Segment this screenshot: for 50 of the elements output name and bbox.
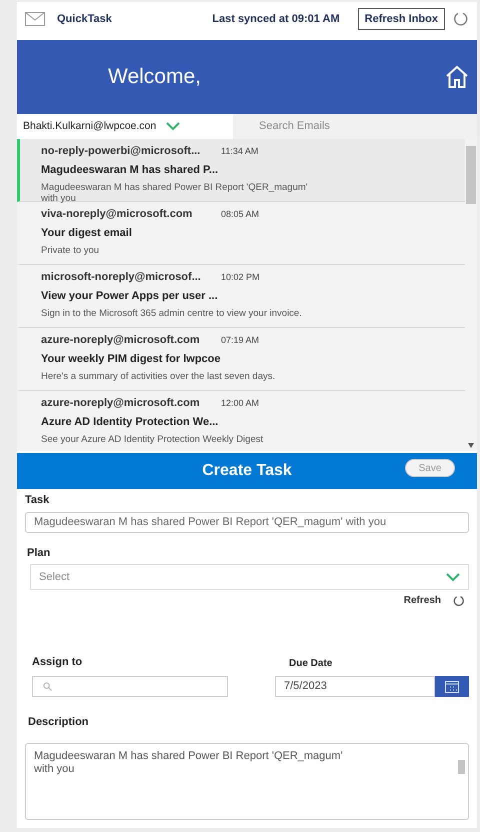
task-input[interactable]: Magudeeswaran M has shared Power BI Report 'QER_magum' with you (25, 512, 469, 532)
search-field[interactable]: Search Emails (233, 114, 477, 139)
email-preview: Sign in to the Microsoft 365 admin centre to view your invoice. (41, 308, 303, 318)
email-sender: microsoft-noreply@microsof... (41, 270, 202, 286)
email-sender: no-reply-powerbi@microsoft... (41, 144, 202, 160)
email-subject: Magudeeswaran M has shared P... (41, 163, 218, 178)
chevron-down-icon (446, 572, 460, 582)
envelope-icon (25, 12, 45, 26)
email-preview: Here's a summary of activities over the last seven days. (41, 370, 276, 382)
due-date-label: Due Date (289, 657, 334, 671)
email-time: 07:19 AM (221, 334, 260, 347)
email-time: 08:05 AM (221, 208, 260, 221)
calendar-button[interactable] (435, 676, 469, 697)
description-label: Description (28, 715, 90, 730)
plan-refresh-link[interactable]: Refresh (404, 593, 441, 608)
email-sender: azure-noreply@microsoft.com (41, 396, 201, 412)
app-name: QuickTask (57, 12, 112, 27)
create-task-title: Create Task (202, 461, 292, 481)
email-subject: Azure AD Identity Protection We... (41, 415, 218, 430)
refresh-inbox-button[interactable]: Refresh Inbox (358, 8, 445, 30)
search-icon (43, 682, 52, 690)
email-preview: Magudeeswaran M has shared Power BI Report 'QER_magum' with you (41, 182, 309, 204)
email-subject: View your Power Apps per user ... (41, 289, 218, 304)
due-date-field[interactable]: 7/5/2023 (275, 676, 435, 697)
email-subject: Your weekly PIM digest for lwpcoe (41, 352, 221, 367)
email-item[interactable]: no-reply-powerbi@microsoft... 11:34 AM Magudeeswaran M has shared P... Magudeeswaran M has shared Power BI Report 'QER_magum' with you (17, 139, 465, 202)
chevron-down-icon (166, 122, 180, 131)
email-subject: Your digest email (41, 226, 132, 241)
task-label: Task (25, 493, 50, 508)
email-preview: Private to you (41, 244, 100, 256)
scrollbar-thumb[interactable] (466, 146, 476, 204)
email-time: 12:00 AM (221, 396, 260, 410)
scroll-down-icon[interactable] (468, 443, 474, 448)
scrollbar-thumb[interactable] (458, 760, 465, 774)
assign-to-field[interactable] (32, 676, 228, 696)
refresh-icon[interactable] (453, 594, 465, 606)
description-field[interactable]: Magudeeswaran M has shared Power BI Report 'QER_magum' with you (25, 742, 469, 820)
home-icon[interactable] (445, 65, 469, 89)
email-sender: azure-noreply@microsoft.com (41, 333, 201, 348)
assign-to-label: Assign to (32, 655, 84, 670)
plan-label: Plan (27, 546, 52, 560)
calendar-icon (445, 680, 459, 692)
email-time: 11:34 AM (221, 144, 258, 158)
sync-status: Last synced at 09:01 AM (212, 12, 340, 27)
email-preview: See your Azure AD Identity Protection Weekly Digest (41, 434, 264, 444)
plan-dropdown[interactable]: Select (30, 564, 469, 590)
email-time: 10:02 PM (221, 270, 260, 284)
email-sender: viva-noreply@microsoft.com (41, 207, 194, 222)
refresh-icon[interactable] (453, 11, 469, 27)
welcome-heading: Welcome, (108, 64, 201, 90)
